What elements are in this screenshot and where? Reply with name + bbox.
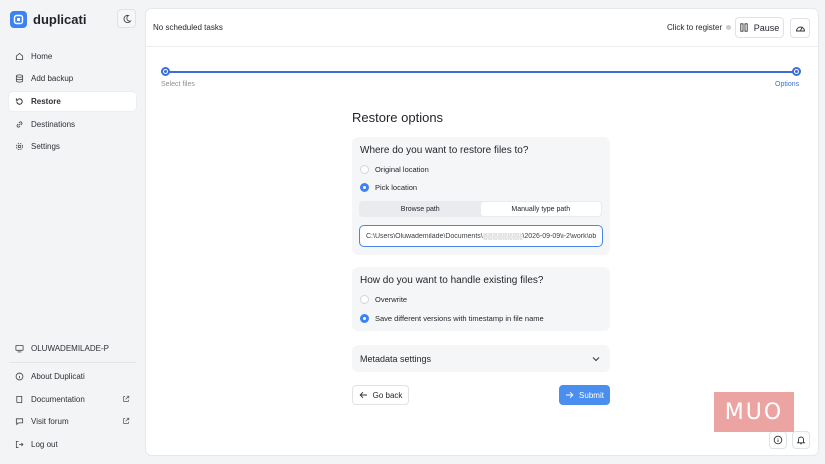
sidebar-item-label: Visit forum (31, 417, 69, 426)
restore-icon (15, 98, 23, 105)
sidebar-item-home[interactable]: Home (9, 47, 136, 66)
logout-icon (15, 440, 24, 449)
machine-name: OLUWADEMILADE-P (9, 339, 136, 358)
sidebar-item-label: Add backup (31, 74, 74, 83)
radio-overwrite[interactable]: Overwrite (360, 295, 407, 304)
arrow-right-icon (566, 391, 574, 399)
watermark-text: MUO (724, 399, 784, 425)
radio-button[interactable] (360, 165, 369, 174)
sidebar-item-logout[interactable]: Log out (9, 435, 136, 454)
step-select-files-dot[interactable] (161, 67, 170, 76)
radio-original-location[interactable]: Original location (360, 165, 429, 174)
radio-label: Pick location (375, 183, 418, 192)
radio-pick-location[interactable]: Pick location (360, 183, 417, 192)
tab-manually-type-path[interactable]: Manually type path (480, 202, 601, 216)
info-button[interactable] (769, 431, 787, 449)
restore-location-card: Where do you want to restore files to? O… (352, 137, 610, 255)
sidebar-item-label: Log out (31, 440, 58, 449)
external-link-icon (123, 417, 130, 424)
topbar: No scheduled tasks Click to register Pau… (146, 9, 818, 47)
schedule-status: No scheduled tasks (153, 23, 223, 32)
sidebar-divider (9, 362, 136, 363)
sidebar-item-label: Settings (31, 142, 60, 151)
pause-label: Pause (753, 22, 780, 33)
existing-files-question: How do you want to handle existing files… (360, 275, 544, 286)
duplicati-logo-icon (10, 10, 27, 28)
sidebar-item-documentation[interactable]: Documentation (9, 390, 136, 409)
sidebar-item-add-backup[interactable]: Add backup (9, 69, 136, 88)
radio-button-checked[interactable] (360, 314, 369, 323)
notifications-button[interactable] (792, 431, 810, 449)
step-options-label: Options (775, 81, 800, 88)
sidebar-item-about[interactable]: About Duplicati (9, 367, 136, 386)
step-select-files-label[interactable]: Select files (161, 81, 195, 88)
external-link-icon (123, 395, 130, 402)
submit-label: Submit (579, 390, 604, 400)
go-back-button[interactable]: Go back (352, 385, 409, 405)
sidebar-item-label: About Duplicati (31, 372, 85, 381)
sidebar-item-restore[interactable]: Restore (9, 92, 136, 111)
bell-icon (796, 436, 806, 445)
forum-icon (15, 418, 24, 426)
arrow-left-icon (359, 391, 367, 399)
info-icon (15, 372, 24, 381)
pause-icon (740, 23, 748, 32)
main-panel: No scheduled tasks Click to register Pau… (145, 8, 819, 456)
brand[interactable]: duplicati (10, 10, 86, 28)
gear-icon (16, 143, 23, 150)
computer-icon (15, 344, 24, 353)
sidebar-item-forum[interactable]: Visit forum (9, 412, 136, 431)
tab-browse-path[interactable]: Browse path (360, 202, 481, 216)
sidebar: duplicati Home Add backup Restore Destin… (0, 0, 145, 464)
link-icon (16, 121, 23, 128)
watermark-logo: MUO (714, 392, 794, 432)
machine-label: OLUWADEMILADE-P (31, 344, 109, 353)
sidebar-item-destinations[interactable]: Destinations (9, 115, 136, 134)
sidebar-item-label: Documentation (31, 395, 85, 404)
restore-location-question: Where do you want to restore files to? (360, 145, 529, 156)
radio-button-checked[interactable] (360, 183, 369, 192)
step-options-dot[interactable] (792, 67, 801, 76)
register-label: Click to register (667, 23, 723, 32)
radio-label: Original location (375, 165, 429, 174)
restore-path-input[interactable] (359, 225, 603, 247)
home-icon (15, 52, 24, 61)
sidebar-item-settings[interactable]: Settings (9, 137, 136, 156)
register-link[interactable]: Click to register (667, 23, 732, 32)
chevron-down-icon (592, 357, 600, 362)
submit-button[interactable]: Submit (559, 385, 610, 405)
pause-button[interactable]: Pause (735, 17, 784, 38)
app-name: duplicati (33, 11, 87, 27)
path-mode-toggle: Browse path Manually type path (359, 201, 602, 217)
database-icon (15, 74, 24, 83)
go-back-label: Go back (372, 390, 403, 400)
radio-label: Overwrite (375, 295, 408, 304)
radio-label: Save different versions with timestamp i… (375, 314, 544, 323)
existing-files-card: How do you want to handle existing files… (352, 267, 610, 331)
radio-button[interactable] (360, 295, 369, 304)
stepper-track (165, 71, 797, 73)
metadata-settings-label: Metadata settings (360, 354, 432, 364)
sidebar-item-label: Home (31, 52, 53, 61)
info-icon (773, 435, 783, 445)
book-icon (16, 395, 23, 404)
sidebar-item-label: Destinations (31, 120, 76, 129)
throttle-button[interactable] (790, 18, 810, 38)
metadata-settings-accordion[interactable]: Metadata settings (352, 345, 610, 372)
sidebar-item-label: Restore (31, 97, 61, 106)
register-status-dot (726, 25, 732, 30)
page-title: Restore options (352, 110, 444, 125)
theme-toggle-button[interactable] (117, 9, 136, 28)
radio-save-versions[interactable]: Save different versions with timestamp i… (360, 314, 544, 323)
gauge-icon (795, 26, 805, 32)
moon-icon (123, 14, 132, 23)
